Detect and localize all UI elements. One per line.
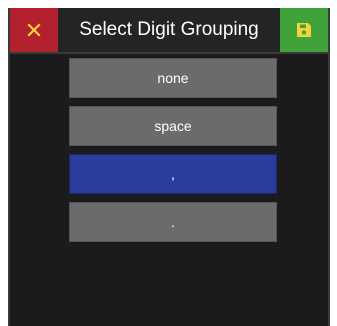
grouping-options-list: none space , . bbox=[69, 58, 277, 250]
dialog-header: Select Digit Grouping bbox=[10, 8, 328, 54]
cancel-button[interactable] bbox=[10, 8, 58, 52]
header-divider bbox=[10, 52, 328, 54]
save-button[interactable] bbox=[280, 8, 328, 52]
option-period[interactable]: . bbox=[69, 202, 277, 242]
option-none[interactable]: none bbox=[69, 58, 277, 98]
dialog-title: Select Digit Grouping bbox=[79, 19, 259, 40]
close-icon bbox=[27, 23, 41, 37]
option-space[interactable]: space bbox=[69, 106, 277, 146]
floppy-disk-icon bbox=[297, 23, 311, 37]
option-comma[interactable]: , bbox=[69, 154, 277, 194]
digit-grouping-dialog: Select Digit Grouping none space , . bbox=[8, 8, 330, 326]
